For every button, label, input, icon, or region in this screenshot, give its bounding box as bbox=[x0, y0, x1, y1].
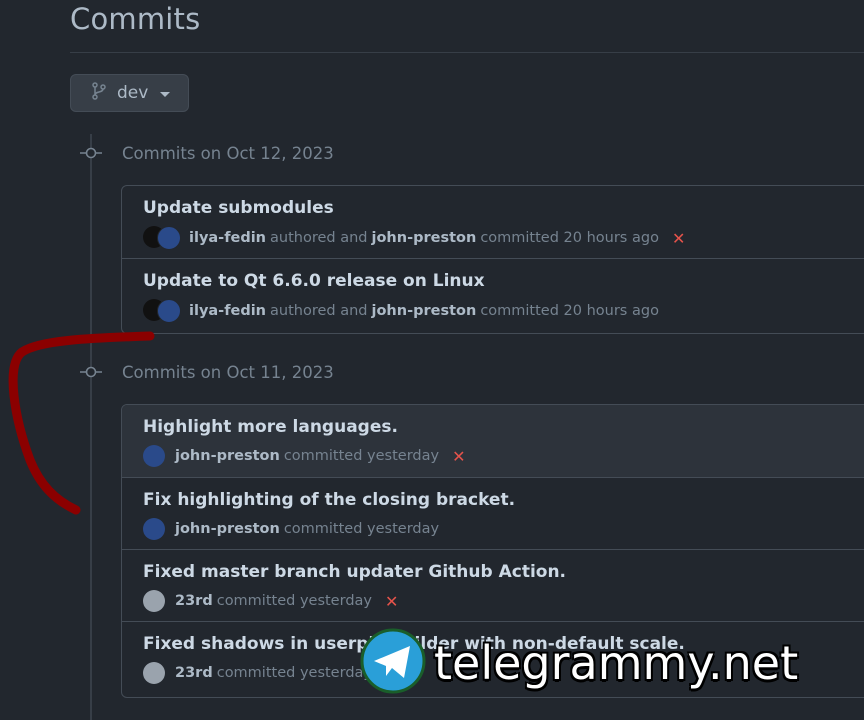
telegram-logo-icon bbox=[360, 628, 426, 698]
watermark-text: telegrammy.net bbox=[434, 636, 799, 690]
annotation-stroke bbox=[8, 331, 155, 515]
watermark: telegrammy.net bbox=[360, 628, 798, 698]
